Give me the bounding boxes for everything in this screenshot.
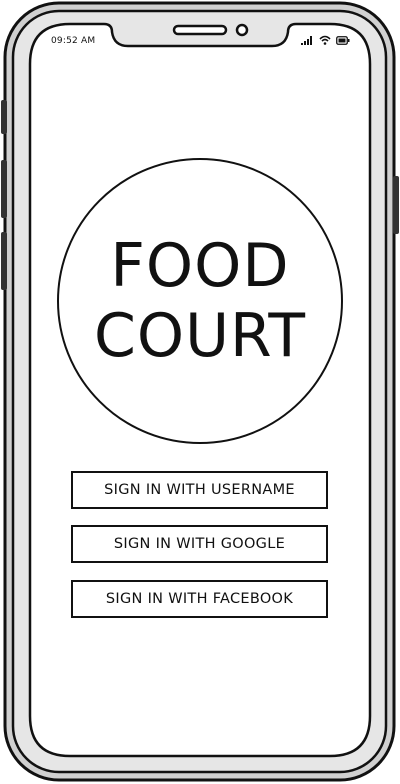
wireframe-phone-stage: 09:52 AM FOOD COURT SIGN IN WITH USERNAM… [0,0,400,784]
signal-icon [301,35,314,45]
sign-in-username-button[interactable]: SIGN IN WITH USERNAME [71,471,328,509]
volume-up-button [1,160,7,218]
logo-line-2: COURT [93,301,306,371]
mute-switch [1,100,7,134]
sign-in-facebook-button[interactable]: SIGN IN WITH FACEBOOK [71,580,328,618]
volume-down-button [1,232,7,290]
power-button [393,176,399,234]
sign-in-google-button[interactable]: SIGN IN WITH GOOGLE [71,525,328,563]
wifi-icon [319,35,331,45]
logo-line-1: FOOD [110,231,290,301]
food-court-logo: FOOD COURT [57,158,343,444]
status-bar-icons [301,33,350,47]
status-bar-time: 09:52 AM [51,36,96,46]
battery-icon [336,35,350,45]
